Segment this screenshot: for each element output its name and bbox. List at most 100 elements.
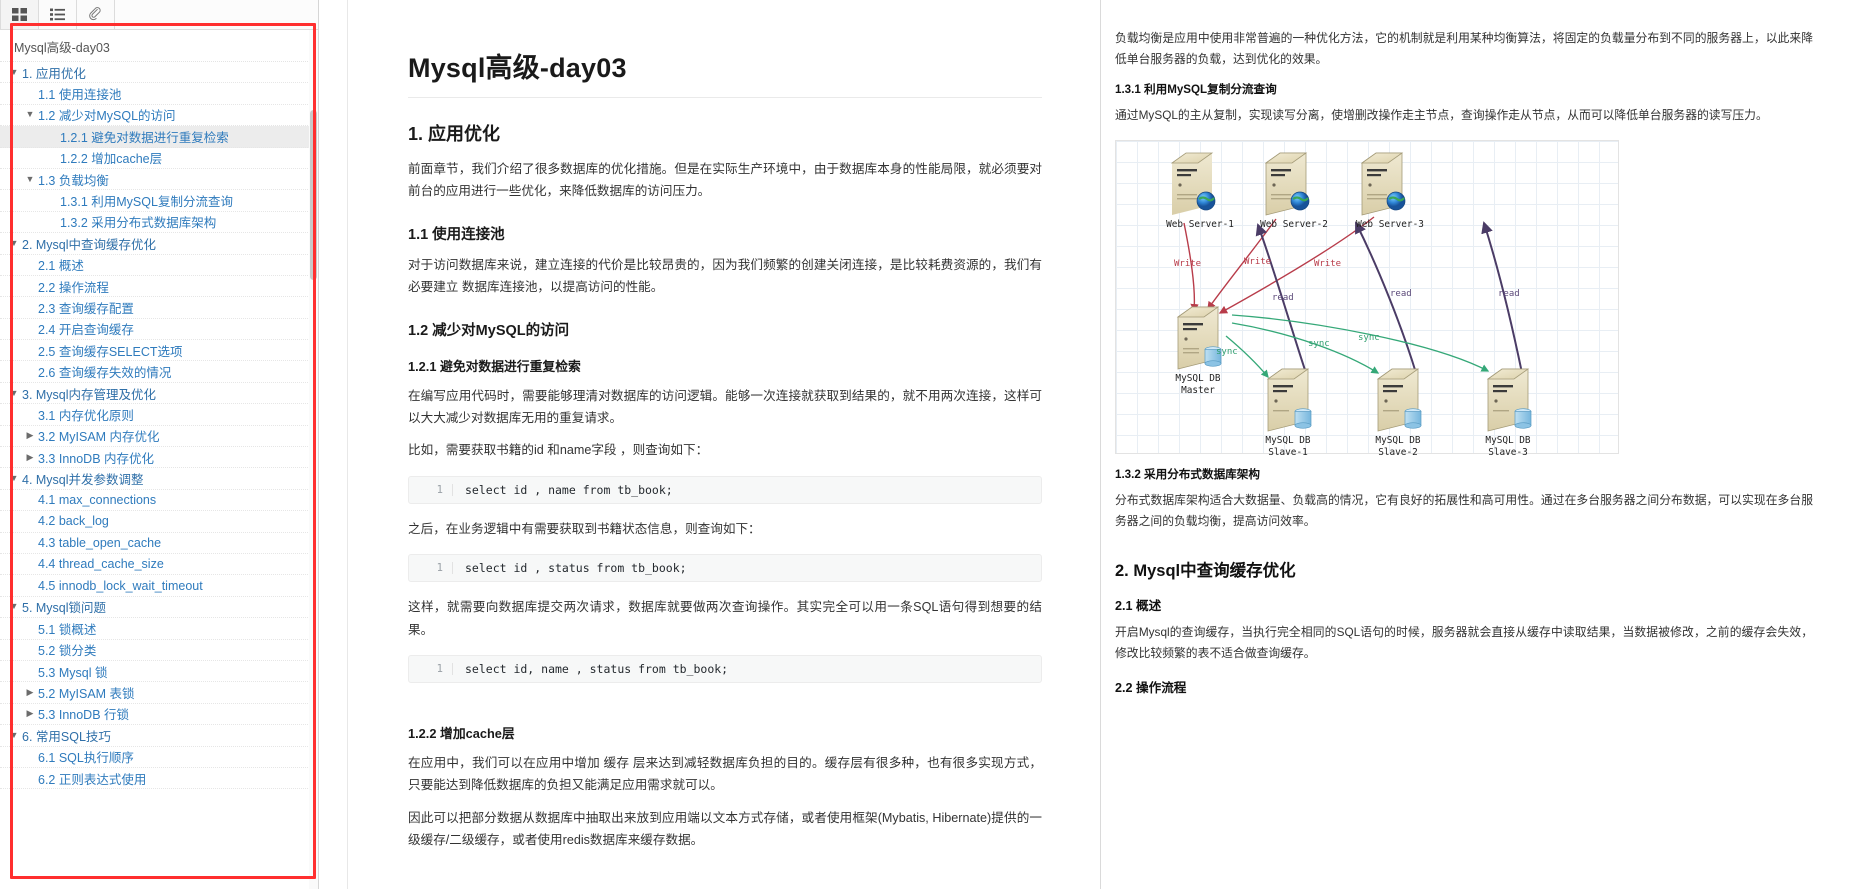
preview-heading-1-3-1: 1.3.1 利用MySQL复制分流查询 <box>1115 83 1277 97</box>
app-root: Mysql高级-day03 ▼ 1. 应用优化 1.1 使用连接池 ▼ 1.2 减少对M… <box>0 0 1853 889</box>
outline-doc-title[interactable]: Mysql高级-day03 <box>0 32 318 62</box>
node-label-web-server-2: Web Server-2 <box>1260 218 1328 230</box>
outline-item-label: 6.2 正则表达式使用 <box>38 772 147 787</box>
paperclip-icon <box>89 7 101 21</box>
edge-label-sync-2: sync <box>1308 338 1330 349</box>
outline-item-label: 3. Mysql内存管理及优化 <box>22 387 157 402</box>
list-view-button[interactable] <box>39 0 77 29</box>
code-block-1[interactable]: 1 select id , name from tb_book; <box>408 475 1042 504</box>
preview-heading-2: 2. Mysql中查询缓存优化 <box>1115 562 1296 581</box>
heading-1-2-1: 1.2.1 避免对数据进行重复检索 <box>408 358 581 374</box>
outline-item-label: 5.2 锁分类 <box>38 644 97 659</box>
caret-down-icon[interactable]: ▼ <box>6 602 22 611</box>
outline-item[interactable]: 4.4 thread_cache_size <box>0 554 318 576</box>
outline-item[interactable]: 5.3 Mysql 锁 <box>0 661 318 683</box>
caret-down-icon[interactable]: ▼ <box>6 474 22 483</box>
caret-down-icon[interactable]: ▼ <box>6 388 22 398</box>
attachment-button[interactable] <box>77 0 115 29</box>
outline-item[interactable]: 3.1 内存优化原则 <box>0 404 318 426</box>
outline-item-label: 1.2.1 避免对数据进行重复检索 <box>60 130 229 145</box>
outline-item[interactable]: ▶ 3.2 MyISAM 内存优化 <box>0 426 318 448</box>
edge-label-write-1: Write <box>1174 258 1202 269</box>
outline-item-label: 5.3 InnoDB 行锁 <box>38 708 130 723</box>
outline-item[interactable]: 5.1 锁概述 <box>0 618 318 640</box>
outline-item[interactable]: ▶ 5.3 InnoDB 行锁 <box>0 704 318 726</box>
outline-item-label: 5.3 Mysql 锁 <box>38 665 108 680</box>
caret-right-icon[interactable]: ▶ <box>22 452 38 462</box>
outline-item[interactable]: ▼ 2. Mysql中查询缓存优化 <box>0 233 318 255</box>
preview-paragraph-lb: 负载均衡是应用中使用非常普遍的一种优化方法，它的机制就是利用某种均衡算法，将固定… <box>1115 31 1813 66</box>
preview-heading-2-2: 2.2 操作流程 <box>1115 681 1187 696</box>
node-label-web-server-3: Web Server-3 <box>1356 218 1424 230</box>
outline-item[interactable]: 4.5 innodb_lock_wait_timeout <box>0 575 318 597</box>
outline-item-label: 6.1 SQL执行顺序 <box>38 751 134 766</box>
caret-down-icon[interactable]: ▼ <box>6 67 22 77</box>
node-label-mysql-slave-1: MySQL DB Slave-1 <box>1265 434 1311 458</box>
editor-pane[interactable]: Mysql高级-day03 1. 应用优化 前面章节，我们介绍了很多数据库的优化… <box>347 0 1100 889</box>
caret-right-icon[interactable]: ▶ <box>22 688 38 697</box>
code-line-text: select id , status from tb_book; <box>465 561 687 576</box>
outline-item[interactable]: ▼ 1.3 负载均衡 <box>0 169 318 191</box>
caret-down-icon[interactable]: ▼ <box>6 238 22 248</box>
outline-item[interactable]: ▼ 6. 常用SQL技巧 <box>0 725 318 747</box>
page-title: Mysql高级-day03 <box>408 46 1042 98</box>
outline-item-label: 5. Mysql锁问题 <box>22 601 107 616</box>
outline-item[interactable]: 4.1 max_connections <box>0 490 318 512</box>
outline-item-label: 2.6 查询缓存失效的情况 <box>38 366 172 381</box>
outline-scrollbar-thumb[interactable] <box>310 110 317 280</box>
heading-1-2-2: 1.2.2 增加cache层 <box>408 726 515 742</box>
outline-tree[interactable]: Mysql高级-day03 ▼ 1. 应用优化 1.1 使用连接池 ▼ 1.2 减少对M… <box>0 30 318 889</box>
outline-item-label: 1.3.2 采用分布式数据库架构 <box>60 216 217 231</box>
outline-item-label: 1.2.2 增加cache层 <box>60 152 163 167</box>
paragraph-intro: 前面章节，我们介绍了很多数据库的优化措施。但是在实际生产环境中，由于数据库本身的… <box>408 162 1042 199</box>
outline-item[interactable]: 1.3.2 采用分布式数据库架构 <box>0 212 318 234</box>
code-block-2[interactable]: 1 select id , status from tb_book; <box>408 554 1042 583</box>
diagram-edges <box>1170 152 1532 432</box>
outline-item[interactable]: 1.1 使用连接池 <box>0 83 318 105</box>
outline-item[interactable]: 2.2 操作流程 <box>0 276 318 298</box>
grid-icon <box>12 8 27 21</box>
node-label-mysql-slave-2: MySQL DB Slave-2 <box>1375 434 1421 458</box>
outline-item[interactable]: 6.1 SQL执行顺序 <box>0 747 318 768</box>
caret-down-icon[interactable]: ▼ <box>6 730 22 740</box>
outline-item-label: 1. 应用优化 <box>22 66 86 81</box>
caret-right-icon[interactable]: ▶ <box>22 709 38 718</box>
outline-item[interactable]: 2.4 开启查询缓存 <box>0 319 318 341</box>
outline-item-label: 1.3 负载均衡 <box>38 173 109 188</box>
outline-item[interactable]: ▼ 1.2 减少对MySQL的访问 <box>0 105 318 127</box>
outline-item[interactable]: ▼ 4. Mysql并发参数调整 <box>0 468 318 490</box>
outline-item[interactable]: ▶ 5.2 MyISAM 表锁 <box>0 682 318 704</box>
outline-item-label: 1.3.1 利用MySQL复制分流查询 <box>60 195 233 210</box>
caret-down-icon[interactable]: ▼ <box>22 110 38 119</box>
code-line-number: 1 <box>409 483 453 496</box>
outline-item[interactable]: ▼ 1. 应用优化 <box>0 62 318 84</box>
caret-down-icon[interactable]: ▼ <box>22 174 38 184</box>
outline-item-label: 2.5 查询缓存SELECT选项 <box>38 344 183 359</box>
outline-item[interactable]: ▼ 3. Mysql内存管理及优化 <box>0 383 318 405</box>
code-block-3[interactable]: 1 select id, name , status from tb_book; <box>408 655 1042 684</box>
outline-item[interactable]: 2.1 概述 <box>0 255 318 276</box>
grid-view-button[interactable] <box>0 0 39 29</box>
outline-item[interactable]: 2.5 查询缓存SELECT选项 <box>0 340 318 362</box>
caret-right-icon[interactable]: ▶ <box>22 431 38 440</box>
outline-item[interactable]: 1.3.1 利用MySQL复制分流查询 <box>0 190 318 212</box>
code-line-text: select id, name , status from tb_book; <box>465 662 729 677</box>
outline-item[interactable]: 1.2.1 避免对数据进行重复检索 <box>0 126 318 148</box>
preview-paragraph-query-cache: 开启Mysql的查询缓存，当执行完全相同的SQL语句的时候，服务器就会直接从缓存… <box>1115 625 1813 660</box>
outline-item[interactable]: ▶ 3.3 InnoDB 内存优化 <box>0 447 318 469</box>
outline-item[interactable]: ▼ 5. Mysql锁问题 <box>0 597 318 619</box>
outline-item[interactable]: 2.3 查询缓存配置 <box>0 297 318 319</box>
architecture-diagram: Web Server-1 Web Server-2 Web Server-3 M… <box>1115 139 1813 458</box>
outline-item[interactable]: 4.2 back_log <box>0 511 318 533</box>
outline-scrollbar[interactable] <box>309 30 318 889</box>
node-label-mysql-master: MySQL DB Master <box>1175 372 1221 396</box>
outline-item-label: 4.3 table_open_cache <box>38 535 162 550</box>
preview-pane[interactable]: 负载均衡是应用中使用非常普遍的一种优化方法，它的机制就是利用某种均衡算法，将固定… <box>1100 0 1853 889</box>
outline-item[interactable]: 5.2 锁分类 <box>0 640 318 661</box>
outline-item[interactable]: 2.6 查询缓存失效的情况 <box>0 361 318 383</box>
paragraph-two-requests: 这样，就需要向数据库提交两次请求，数据库就要做两次查询操作。其实完全可以用一条S… <box>408 600 1042 637</box>
edge-label-read-2: read <box>1390 288 1412 299</box>
outline-item[interactable]: 1.2.2 增加cache层 <box>0 148 318 169</box>
outline-item[interactable]: 6.2 正则表达式使用 <box>0 768 318 790</box>
outline-item[interactable]: 4.3 table_open_cache <box>0 533 318 554</box>
